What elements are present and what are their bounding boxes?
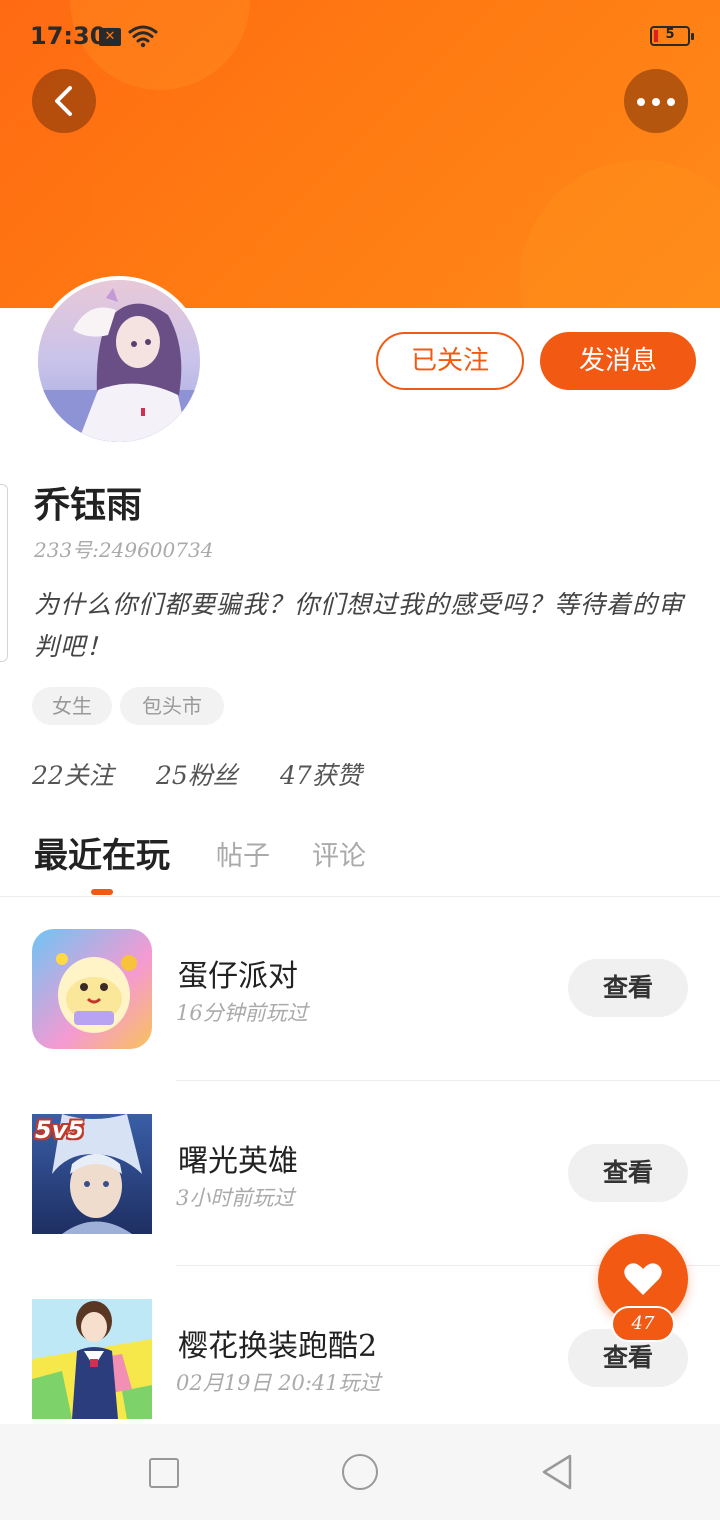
battery-level: 5 xyxy=(665,27,675,42)
header-decor xyxy=(520,160,720,308)
last-played: 16分钟前玩过 xyxy=(176,1001,308,1025)
heart-icon xyxy=(624,1263,662,1295)
view-button[interactable]: 查看 xyxy=(568,959,688,1017)
sakura-runner-icon xyxy=(32,1299,152,1419)
divider xyxy=(176,1080,720,1081)
last-played: 3小时前玩过 xyxy=(176,1186,295,1210)
game-title: 樱花换装跑酷2 xyxy=(178,1329,378,1364)
tab-comments[interactable]: 评论 xyxy=(312,834,366,873)
back-icon[interactable] xyxy=(540,1453,574,1491)
status-bar: 17:30 ✕ 5 xyxy=(0,0,720,72)
following-count[interactable]: 22关注 xyxy=(32,756,114,792)
battery-icon: 5 xyxy=(650,26,694,46)
likes-count[interactable]: 47获赞 xyxy=(280,756,362,792)
active-tab-indicator xyxy=(91,889,113,895)
more-dots-icon xyxy=(652,98,660,106)
followed-button[interactable]: 已关注 xyxy=(376,332,524,390)
header-decor xyxy=(90,120,240,270)
profile-header-banner: 17:30 ✕ 5 xyxy=(0,0,720,308)
avatar[interactable] xyxy=(34,276,204,446)
system-nav-bar xyxy=(0,1424,720,1520)
gender-tag: 女生 xyxy=(32,687,112,725)
view-button[interactable]: 查看 xyxy=(568,1144,688,1202)
user-name: 乔钰雨 xyxy=(34,484,143,526)
more-dots-icon xyxy=(637,98,645,106)
tab-posts[interactable]: 帖子 xyxy=(216,834,270,873)
more-options-button[interactable] xyxy=(624,69,688,133)
send-message-button[interactable]: 发消息 xyxy=(540,332,696,390)
user-bio: 为什么你们都要骗我？你们想过我的感受吗？等待着的审判吧！ xyxy=(34,590,685,661)
list-item[interactable]: 蛋仔派对 16分钟前玩过 查看 xyxy=(0,929,720,1114)
chevron-left-icon xyxy=(55,86,72,116)
back-button[interactable] xyxy=(32,69,96,133)
dawn-hero-icon: 5v5 xyxy=(32,1114,152,1234)
game-title: 曙光英雄 xyxy=(178,1144,298,1179)
game-badge: 5v5 xyxy=(35,1116,85,1144)
user-id: 233号:249600734 xyxy=(34,538,214,562)
status-time: 17:30 xyxy=(30,22,107,50)
more-dots-icon xyxy=(667,98,675,106)
eggy-party-icon xyxy=(32,929,152,1049)
recent-apps-icon[interactable] xyxy=(149,1458,179,1488)
last-played: 02月19日 20:41玩过 xyxy=(176,1371,381,1395)
wifi-icon xyxy=(128,25,158,48)
like-count-badge: 47 xyxy=(611,1306,675,1342)
home-icon[interactable] xyxy=(342,1454,378,1490)
city-tag: 包头市 xyxy=(120,687,224,725)
tab-recently-played[interactable]: 最近在玩 xyxy=(34,828,170,877)
followers-count[interactable]: 25粉丝 xyxy=(156,756,238,792)
game-title: 蛋仔派对 xyxy=(178,959,298,994)
edge-handle[interactable] xyxy=(0,484,8,662)
notification-x-icon: ✕ xyxy=(99,28,121,46)
divider xyxy=(0,896,720,897)
